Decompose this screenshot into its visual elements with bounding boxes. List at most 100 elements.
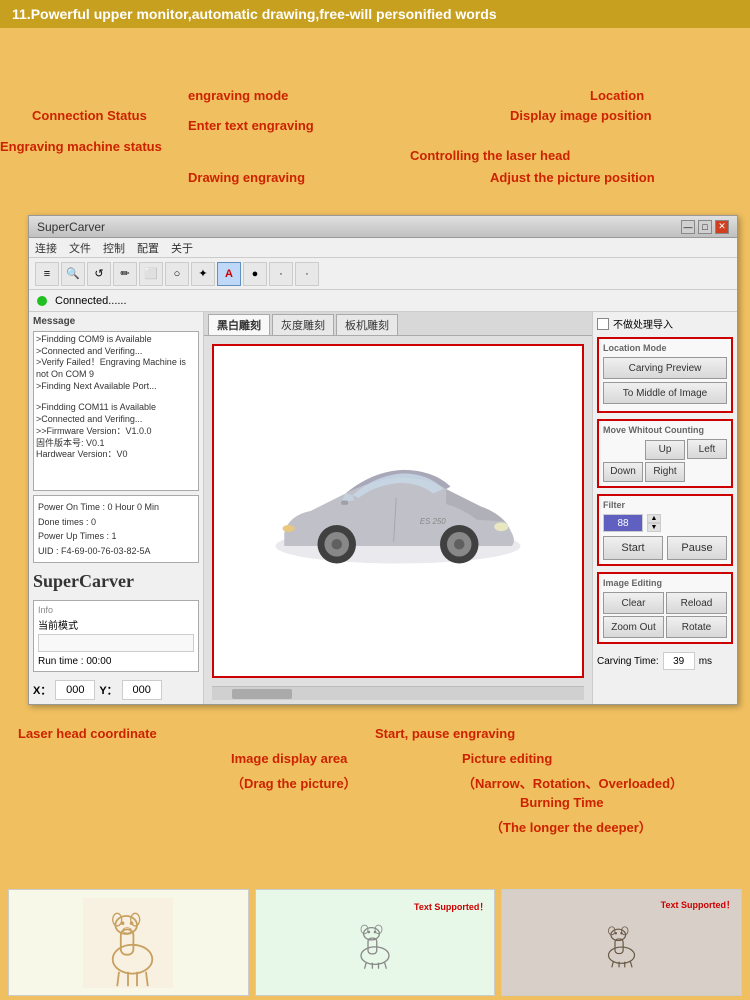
toolbar-btn-2[interactable]: ↺ (87, 262, 111, 286)
thumb-engraved-giraffe (589, 918, 654, 968)
toolbar-btn-1[interactable]: 🔍 (61, 262, 85, 286)
ms-label: ms (699, 656, 712, 667)
info-label: Info (38, 605, 194, 615)
annotation-location: Location (590, 88, 644, 103)
annotation-adjust-picture-position: Adjust the picture position (490, 170, 655, 185)
image-editing-section: Image Editing Clear Reload Zoom Out Rota… (597, 572, 733, 644)
clear-button[interactable]: Clear (603, 592, 664, 614)
carving-preview-button[interactable]: Carving Preview (603, 357, 727, 379)
msg-6: >Connected and Verifing... (36, 414, 196, 426)
close-button[interactable]: ✕ (715, 220, 729, 234)
pause-button[interactable]: Pause (667, 536, 727, 560)
mode-input[interactable] (38, 634, 194, 652)
carving-time-input[interactable] (663, 652, 695, 670)
filter-title: Filter (603, 500, 727, 510)
location-mode-section: Location Mode Carving Preview To Middle … (597, 337, 733, 413)
start-pause-row: Start Pause (603, 536, 727, 560)
bottom-screenshots: Text Supported！ Text Supported！ (0, 885, 750, 1000)
device-info: Power On Time : 0 Hour 0 Min Done times … (33, 495, 199, 563)
tab-board-engraving[interactable]: 板机雕刻 (336, 314, 398, 335)
filter-section: Filter ▲ ▼ Start Pause (597, 494, 733, 566)
x-label: X： (33, 682, 51, 698)
msg-3: >Verify Failed！Engraving Machine is not … (36, 357, 196, 380)
start-button[interactable]: Start (603, 536, 663, 560)
image-display-area[interactable]: ES 250 (212, 344, 584, 678)
main-content: Message >Findding COM9 is Available >Con… (29, 312, 737, 704)
y-label: Y： (99, 682, 117, 698)
thumb-engraved: Text Supported！ (501, 889, 742, 996)
svg-text:ES 250: ES 250 (420, 517, 446, 526)
supercarver-logo: SuperCarver (33, 567, 199, 596)
toolbar-btn-a[interactable]: A (217, 262, 241, 286)
thumb-giraffe (8, 889, 249, 996)
top-banner: 11.Powerful upper monitor,automatic draw… (0, 0, 750, 28)
thumb-giraffe-small (340, 915, 410, 970)
y-input[interactable] (122, 680, 162, 700)
right-panel: 不做处理导入 Location Mode Carving Preview To … (592, 312, 737, 704)
toolbar-btn-6[interactable]: ✦ (191, 262, 215, 286)
annotation-enter-text-engraving: Enter text engraving (188, 118, 314, 133)
move-up-button[interactable]: Up (645, 440, 685, 460)
annotation-image-display-area: Image display area (231, 751, 347, 766)
x-input[interactable] (55, 680, 95, 700)
message-box: >Findding COM9 is Available >Connected a… (33, 331, 199, 491)
software-window: SuperCarver — □ ✕ 连接 文件 控制 配置 关于 ≡ 🔍 ↺ ✏… (28, 215, 738, 705)
thumb-engraved-text: Text Supported！ (661, 898, 735, 911)
rotate-button[interactable]: Rotate (666, 616, 727, 638)
toolbar-btn-0[interactable]: ≡ (35, 262, 59, 286)
menu-config[interactable]: 配置 (137, 240, 159, 256)
annotation-connection-status: Connection Status (32, 108, 147, 123)
menu-control[interactable]: 控制 (103, 240, 125, 256)
no-process-checkbox[interactable] (597, 318, 609, 330)
toolbar-btn-9[interactable]: · (295, 262, 319, 286)
msg-2: >Connected and Verifing... (36, 346, 196, 358)
annotation-longer-deeper: （The longer the deeper） (490, 817, 652, 836)
toolbar-btn-5[interactable]: ○ (165, 262, 189, 286)
msg-4: >Finding Next Available Port... (36, 381, 196, 393)
annotation-engraving-mode: engraving mode (188, 88, 288, 103)
horizontal-scrollbar[interactable] (212, 686, 584, 700)
runtime-label: Run time : 00:00 (38, 656, 194, 667)
done-times: Done times : 0 (38, 515, 194, 529)
statusbar: Connected...... (29, 290, 737, 312)
toolbar-btn-3[interactable]: ✏ (113, 262, 137, 286)
annotation-display-image-position: Display image position (510, 108, 652, 123)
annotation-start-pause-engraving: Start, pause engraving (375, 726, 515, 741)
status-indicator (37, 296, 47, 306)
left-panel: Message >Findding COM9 is Available >Con… (29, 312, 204, 704)
toolbar-btn-4[interactable]: ⬜ (139, 262, 163, 286)
spin-up[interactable]: ▲ (647, 514, 661, 523)
zoom-out-button[interactable]: Zoom Out (603, 616, 664, 638)
message-label: Message (33, 316, 199, 327)
minimize-button[interactable]: — (681, 220, 695, 234)
filter-spinner[interactable]: ▲ ▼ (647, 514, 661, 532)
tab-bw-engraving[interactable]: 黑白雕刻 (208, 314, 270, 335)
image-edit-grid: Clear Reload Zoom Out Rotate (603, 592, 727, 638)
toolbar-btn-7[interactable]: ● (243, 262, 267, 286)
msg-7: >>Firmware Version：V1.0.0 (36, 426, 196, 438)
thumb-text-supported: Text Supported！ (414, 900, 488, 913)
annotation-picture-editing: Picture editing (462, 751, 552, 766)
move-down-button[interactable]: Down (603, 462, 643, 482)
window-title: SuperCarver (37, 220, 105, 234)
carving-time-label: Carving Time: (597, 656, 659, 667)
menu-file[interactable]: 文件 (69, 240, 91, 256)
toolbar-btn-8[interactable]: · (269, 262, 293, 286)
move-right-button[interactable]: Right (645, 462, 685, 482)
filter-input[interactable] (603, 514, 643, 532)
annotation-burning-time: Burning Time (520, 795, 604, 810)
image-editing-title: Image Editing (603, 578, 727, 588)
window-titlebar: SuperCarver — □ ✕ (29, 216, 737, 238)
reload-button[interactable]: Reload (666, 592, 727, 614)
menu-connect[interactable]: 连接 (35, 240, 57, 256)
to-middle-button[interactable]: To Middle of Image (603, 382, 727, 404)
menu-about[interactable]: 关于 (171, 240, 193, 256)
power-on-time: Power On Time : 0 Hour 0 Min (38, 500, 194, 514)
spin-down[interactable]: ▼ (647, 523, 661, 532)
tab-gray-engraving[interactable]: 灰度雕刻 (272, 314, 334, 335)
maximize-button[interactable]: □ (698, 220, 712, 234)
toolbar: ≡ 🔍 ↺ ✏ ⬜ ○ ✦ A ● · · (29, 258, 737, 290)
filter-row: ▲ ▼ (603, 514, 727, 532)
move-left-button[interactable]: Left (687, 439, 727, 459)
annotation-engraving-machine-status: Engraving machine status (0, 139, 162, 154)
